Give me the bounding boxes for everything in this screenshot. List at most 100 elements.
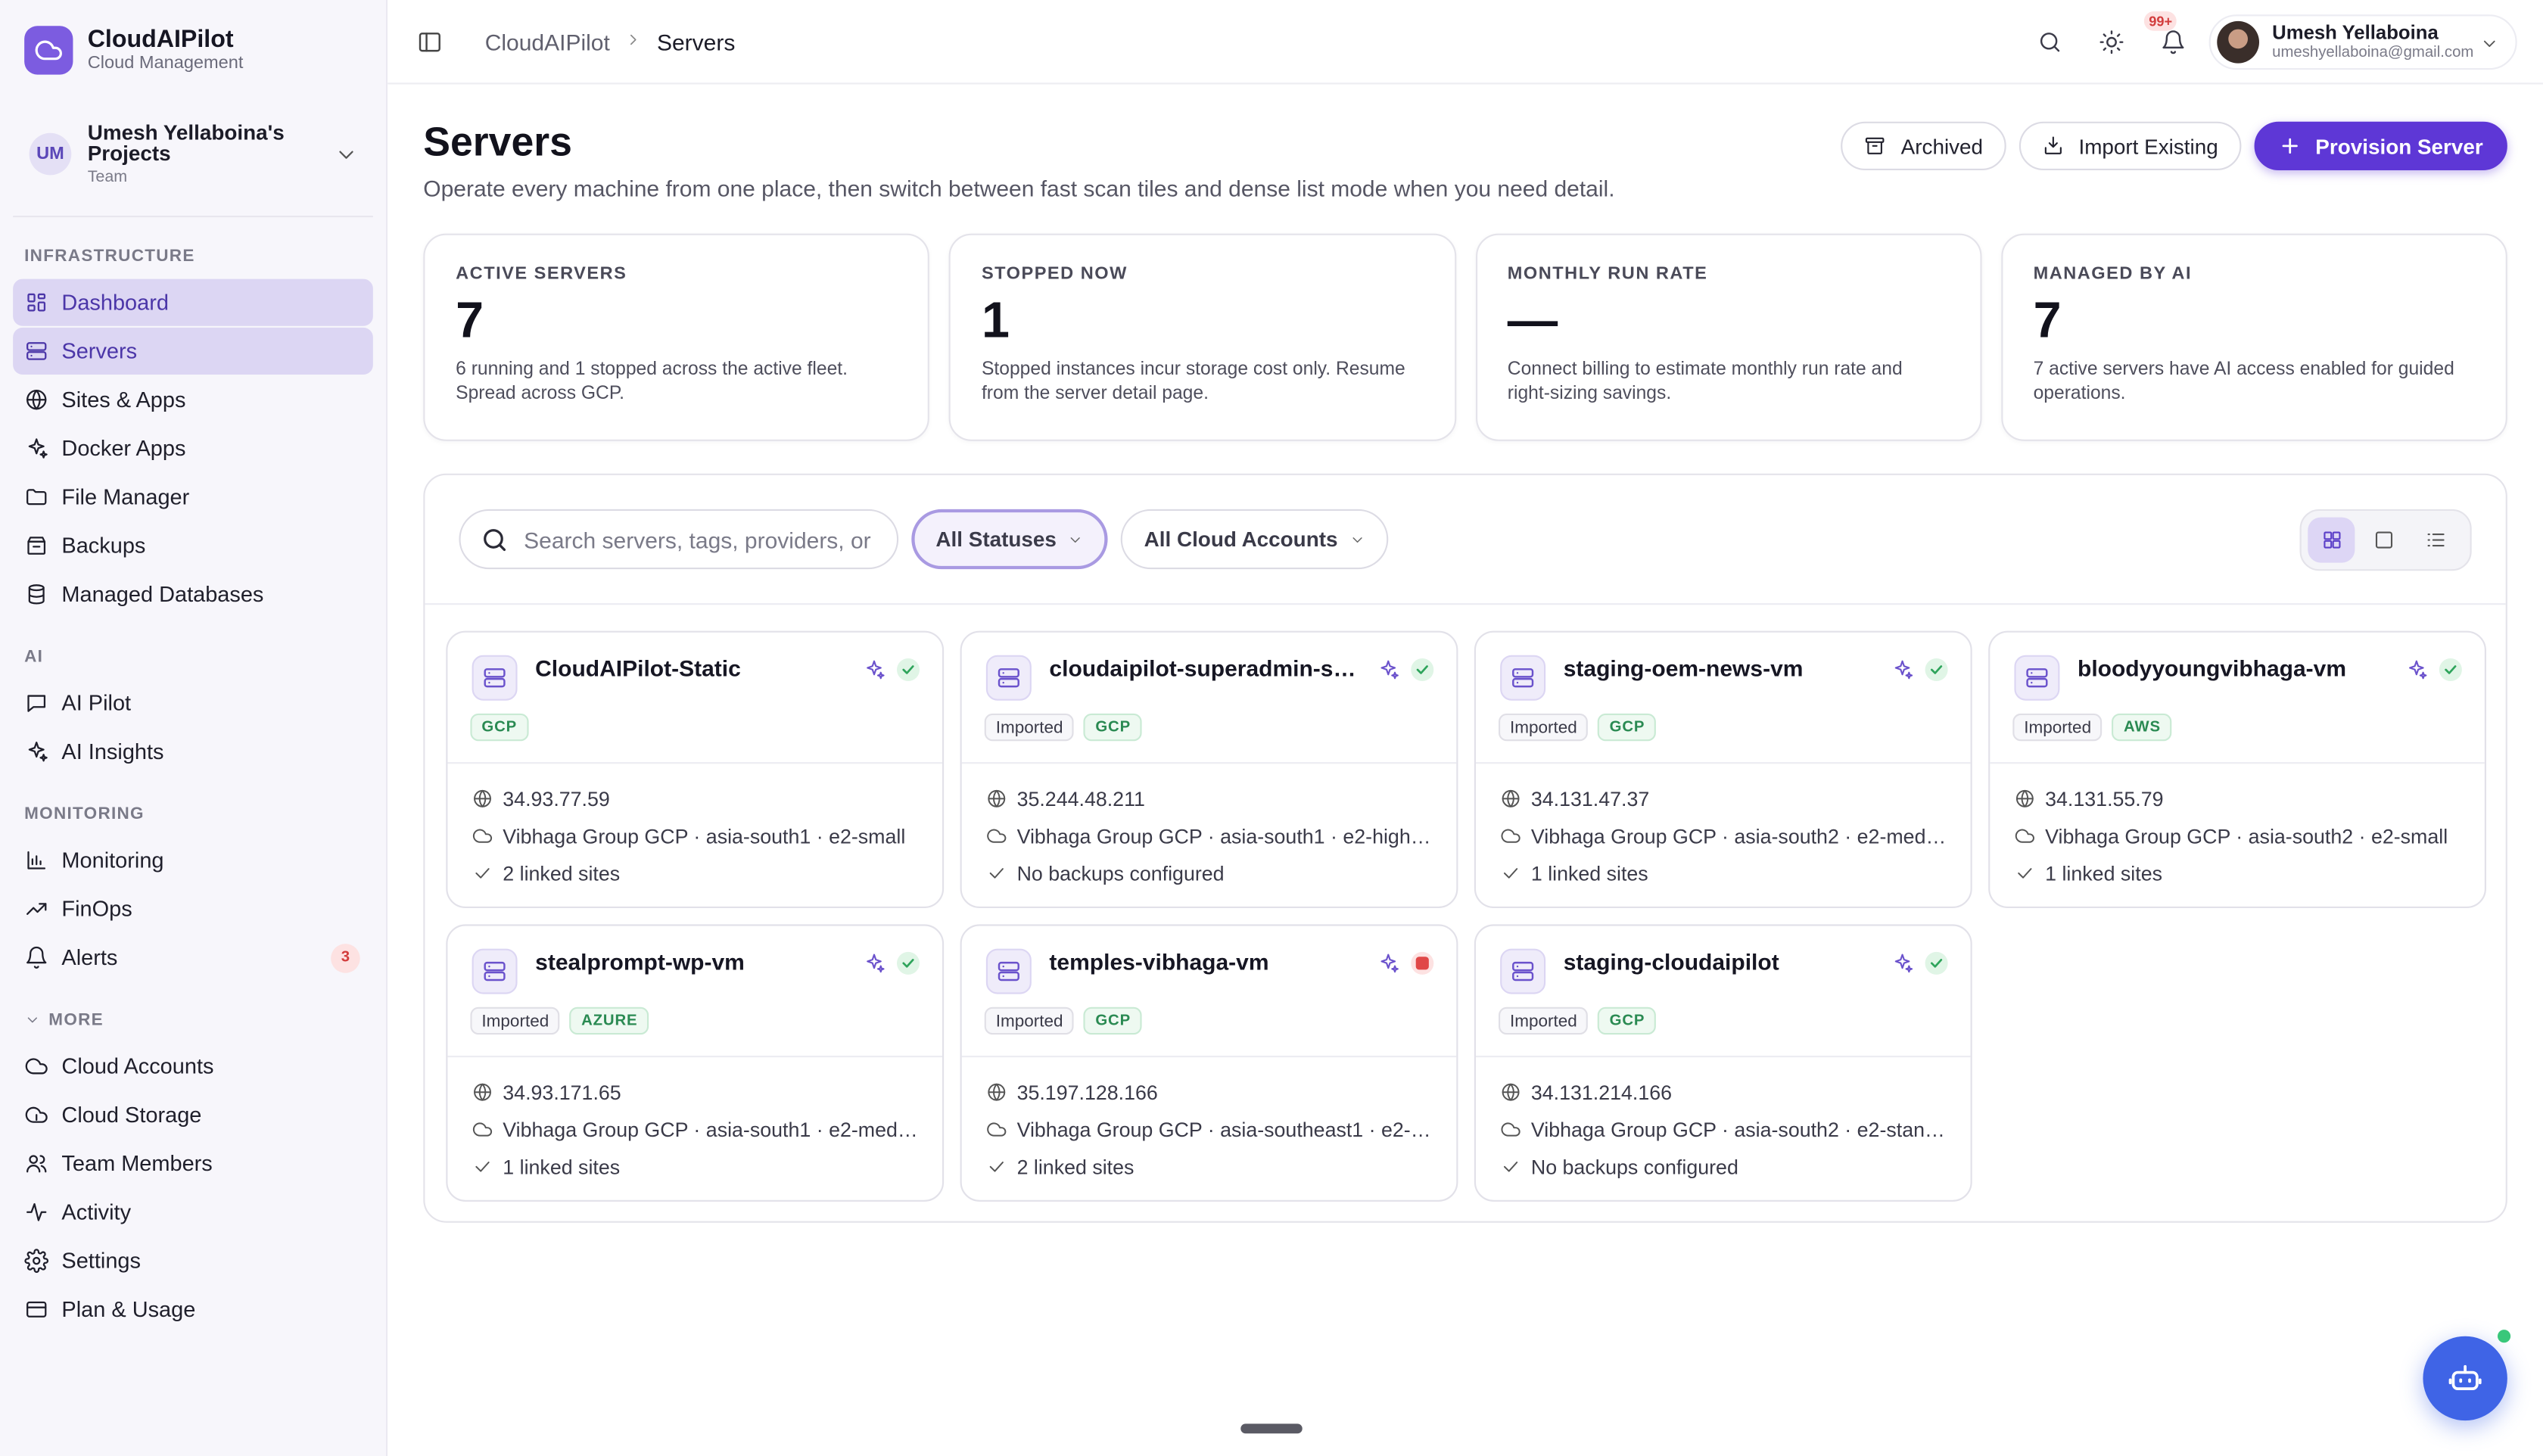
sidebar-item-backups[interactable]: Backups bbox=[13, 522, 373, 569]
globe-icon bbox=[1500, 1081, 1521, 1103]
server-card-header: CloudAIPilot-Static GCP bbox=[447, 633, 942, 764]
server-ip: 34.131.214.166 bbox=[1530, 1081, 1673, 1104]
server-tags: Imported AWS bbox=[2012, 713, 2181, 742]
search-input[interactable] bbox=[524, 526, 878, 552]
server-tags: Imported GCP bbox=[984, 1006, 1152, 1035]
sidebar-item-file-manager[interactable]: File Manager bbox=[13, 474, 373, 521]
provider-tag: AWS bbox=[2112, 713, 2172, 742]
stat-value: 7 bbox=[2033, 291, 2062, 349]
notifications-badge: 99+ bbox=[2143, 11, 2177, 31]
server-card[interactable]: CloudAIPilot-Static GCP 34.93.77.59 Vibhaga… bbox=[446, 630, 945, 908]
server-name[interactable]: cloudaipilot-superadmin-staging bbox=[1049, 655, 1357, 681]
cloud-storage-icon bbox=[24, 1103, 48, 1127]
ai-managed-sparkle-icon bbox=[1377, 658, 1399, 681]
server-name[interactable]: bloodyyoungvibhaga-vm bbox=[2078, 655, 2386, 681]
breadcrumb-root[interactable]: CloudAIPilot bbox=[485, 29, 610, 54]
ai-managed-sparkle-icon bbox=[1891, 658, 1914, 681]
server-name[interactable]: CloudAIPilot-Static bbox=[535, 655, 843, 681]
main-area: CloudAIPilot Servers 99+ Umesh Yellaboin… bbox=[388, 0, 2543, 1456]
stat-value: 1 bbox=[981, 291, 1010, 349]
header-actions: Archived Import Existing Provision Serve… bbox=[1828, 121, 2507, 170]
sidebar-item-settings[interactable]: Settings bbox=[13, 1237, 373, 1284]
ai-managed-sparkle-icon bbox=[1891, 952, 1914, 975]
cloud-accounts-filter-select[interactable]: All Cloud Accounts bbox=[1121, 509, 1388, 570]
grid-view-icon[interactable] bbox=[2308, 517, 2355, 563]
sidebar-item-label: Sites & Apps bbox=[61, 387, 186, 412]
status-filter-select[interactable]: All Statuses bbox=[911, 509, 1109, 570]
search-box[interactable] bbox=[459, 509, 899, 570]
sidebar-item-ai-pilot[interactable]: AI Pilot bbox=[13, 680, 373, 726]
server-name[interactable]: staging-cloudaipilot bbox=[1564, 949, 1872, 975]
sidebar-item-plan-usage[interactable]: Plan & Usage bbox=[13, 1286, 373, 1333]
ai-assistant-button[interactable] bbox=[2423, 1330, 2511, 1421]
sun-icon[interactable] bbox=[2096, 26, 2128, 58]
server-name[interactable]: stealprompt-wp-vm bbox=[535, 949, 843, 975]
provider-tag: GCP bbox=[470, 713, 529, 742]
check-icon bbox=[472, 863, 493, 884]
provision-server-button[interactable]: Provision Server bbox=[2253, 121, 2507, 170]
server-tags: Imported GCP bbox=[1498, 1006, 1666, 1035]
search-icon[interactable] bbox=[2034, 26, 2066, 58]
server-card[interactable]: bloodyyoungvibhaga-vm Imported AWS 34.131.5… bbox=[1988, 630, 2486, 908]
brand[interactable]: CloudAIPilot Cloud Management bbox=[0, 0, 386, 78]
sidebar-item-team-members[interactable]: Team Members bbox=[13, 1140, 373, 1187]
sidebar-item-docker-apps[interactable]: Docker Apps bbox=[13, 425, 373, 471]
cloud-logo-icon bbox=[24, 26, 73, 75]
bell-icon[interactable]: 99+ bbox=[2143, 11, 2190, 58]
sidebar-item-label: Docker Apps bbox=[61, 436, 186, 461]
sidebar-item-sites-apps[interactable]: Sites & Apps bbox=[13, 376, 373, 423]
sidebar-item-dashboard[interactable]: Dashboard bbox=[13, 278, 373, 326]
globe-icon bbox=[24, 387, 48, 412]
server-icon bbox=[1500, 948, 1546, 994]
page-content: Servers Operate every machine from one p… bbox=[388, 84, 2543, 1223]
sidebar-item-ai-insights[interactable]: AI Insights bbox=[13, 728, 373, 775]
chevron-down-icon bbox=[334, 142, 356, 165]
stat-label: MANAGED BY AI bbox=[2033, 264, 2193, 284]
stat-description: Connect billing to estimate monthly run … bbox=[1507, 359, 1903, 404]
chevron-down-icon bbox=[1349, 531, 1365, 547]
server-icon bbox=[24, 339, 48, 363]
sidebar-item-alerts[interactable]: Alerts 3 bbox=[13, 934, 373, 981]
sidebar-item-label: Alerts bbox=[61, 945, 118, 970]
servers-panel: All Statuses All Cloud Accounts bbox=[423, 473, 2507, 1223]
sidebar-item-label: Cloud Storage bbox=[61, 1103, 202, 1128]
archived-button[interactable]: Archived bbox=[1841, 121, 2006, 170]
globe-icon bbox=[986, 1081, 1007, 1103]
user-menu[interactable]: Umesh Yellaboina umeshyellaboina@gmail.c… bbox=[2208, 14, 2517, 70]
server-tags: Imported GCP bbox=[984, 713, 1152, 742]
server-card[interactable]: temples-vibhaga-vm Imported GCP 35.197.128.… bbox=[960, 924, 1458, 1202]
server-name[interactable]: temples-vibhaga-vm bbox=[1049, 949, 1357, 975]
sidebar-item-cloud-storage[interactable]: Cloud Storage bbox=[13, 1091, 373, 1138]
server-extra: No backups configured bbox=[1016, 861, 1225, 885]
server-name[interactable]: staging-oem-news-vm bbox=[1564, 655, 1872, 681]
nav-section-more[interactable]: MORE bbox=[0, 1007, 386, 1033]
gear-icon bbox=[24, 1249, 49, 1273]
sidebar-item-label: Settings bbox=[61, 1249, 141, 1274]
sidebar-item-finops[interactable]: FinOps bbox=[13, 885, 373, 932]
sidebar-item-servers[interactable]: Servers bbox=[13, 327, 373, 375]
cloud-icon bbox=[1500, 1119, 1521, 1140]
sidebar-item-activity[interactable]: Activity bbox=[13, 1189, 373, 1236]
sidebar-item-managed-databases[interactable]: Managed Databases bbox=[13, 571, 373, 618]
sidebar-toggle-icon[interactable] bbox=[417, 26, 447, 56]
project-switcher[interactable]: UM Umesh Yellaboina's Projects Team bbox=[13, 98, 373, 218]
server-grid: CloudAIPilot-Static GCP 34.93.77.59 Vibhaga… bbox=[425, 605, 2505, 1202]
stat-value: 7 bbox=[456, 291, 484, 349]
backup-icon bbox=[24, 534, 48, 558]
drag-handle[interactable] bbox=[1240, 1423, 1303, 1434]
server-card[interactable]: staging-oem-news-vm Imported GCP 34.131.47.… bbox=[1474, 630, 1972, 908]
cloud-accounts-filter-label: All Cloud Accounts bbox=[1144, 527, 1338, 552]
server-location-row: Vibhaga Group GCP · asia-south1 · e2-sma… bbox=[472, 817, 918, 854]
server-card[interactable]: stealprompt-wp-vm Imported AZURE 34.93.171.… bbox=[446, 924, 945, 1202]
server-card[interactable]: staging-cloudaipilot Imported GCP 34.131.21… bbox=[1474, 924, 1972, 1202]
server-card[interactable]: cloudaipilot-superadmin-staging Imported G… bbox=[960, 630, 1458, 908]
bell-icon bbox=[24, 945, 48, 969]
sidebar-item-cloud-accounts[interactable]: Cloud Accounts bbox=[13, 1043, 373, 1090]
server-ip: 35.244.48.211 bbox=[1016, 787, 1145, 810]
tile-view-icon[interactable] bbox=[2360, 518, 2407, 563]
server-ip-row: 35.244.48.211 bbox=[986, 780, 1432, 817]
list-view-icon[interactable] bbox=[2411, 518, 2458, 563]
sidebar-item-monitoring[interactable]: Monitoring bbox=[13, 837, 373, 884]
import-existing-button[interactable]: Import Existing bbox=[2019, 121, 2241, 170]
server-icon bbox=[472, 655, 518, 701]
